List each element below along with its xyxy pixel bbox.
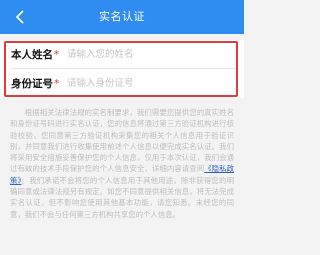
- page-title: 实名认证: [99, 10, 145, 23]
- notice-text-after: 。我们承诺不会将您的个人信息用于其他用途，除非获得您的明确同意或法律法规另有规定…: [10, 175, 234, 219]
- id-label: 身份证号*: [11, 76, 65, 91]
- id-number-input[interactable]: [67, 75, 217, 91]
- privacy-notice: 根据相关法律法规的实名制要求，我们需要您提供您的真实姓名和身份证号码进行实名认证…: [0, 107, 244, 220]
- id-required-mark: *: [54, 77, 60, 90]
- name-row[interactable]: 本人姓名*: [0, 40, 244, 68]
- name-label-text: 本人姓名: [11, 48, 53, 61]
- name-required-mark: *: [54, 48, 60, 61]
- nav-bar: 实名认证: [0, 0, 244, 34]
- id-row[interactable]: 身份证号*: [0, 69, 244, 97]
- identity-form: 本人姓名* 身份证号*: [0, 40, 244, 98]
- id-label-text: 身份证号: [11, 77, 53, 90]
- name-label: 本人姓名*: [11, 47, 65, 62]
- name-input[interactable]: [67, 46, 217, 62]
- notice-text-before: 根据相关法律法规的实名制要求，我们需要您提供您的真实姓名和身份证号码进行实名认证…: [10, 108, 234, 174]
